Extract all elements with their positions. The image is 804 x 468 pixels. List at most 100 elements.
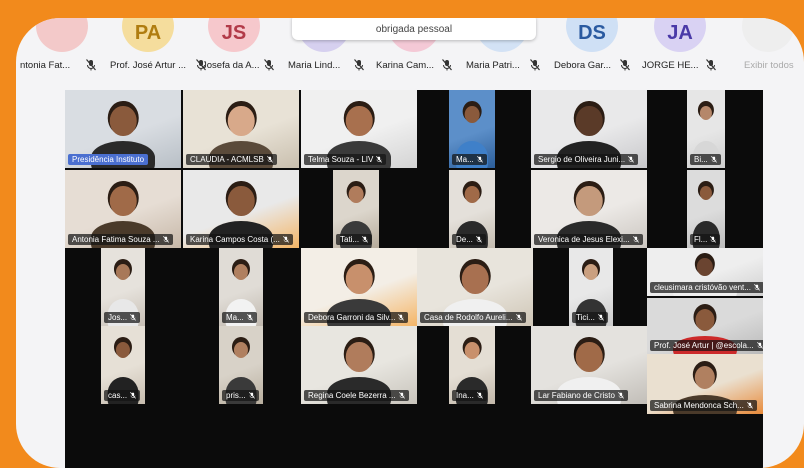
tile-name-label: Karina Campos Costa (... (186, 234, 293, 245)
show-all-link[interactable]: Exibir todos (744, 60, 794, 71)
participant-avatar[interactable]: PA (122, 18, 174, 52)
tile-name-label: Presidência Instituto (68, 154, 149, 165)
tile-name-text: Telma Souza - LIV (308, 155, 374, 164)
video-tile[interactable]: CLAUDIA - ACMLSB (183, 90, 299, 168)
tile-name-text: Ma... (456, 155, 474, 164)
mic-off-icon (130, 314, 137, 321)
participant-face (699, 105, 713, 120)
video-tile[interactable]: Fl... (687, 170, 725, 248)
video-tile[interactable]: Sergio de Oliveira Juni... (531, 90, 647, 168)
tile-name-text: Fl... (694, 235, 708, 244)
tile-name-label: Tici... (572, 312, 608, 323)
participant-face (109, 185, 137, 217)
tile-name-label: Jos... (104, 312, 141, 323)
mic-off-icon (475, 236, 482, 243)
mic-off-icon (86, 59, 96, 71)
video-tile[interactable]: Ma... (449, 90, 495, 168)
tile-name-label: Bi... (690, 154, 721, 165)
tile-name-text: Bi... (694, 155, 708, 164)
video-tile[interactable]: cleusimara cristóvão vent... (647, 248, 763, 296)
participant-avatar[interactable]: JS (208, 18, 260, 52)
mic-off-icon (618, 392, 624, 399)
mic-off-icon (264, 59, 274, 71)
mic-off-icon (442, 59, 452, 71)
tile-name-text: cas... (108, 391, 128, 400)
video-tile[interactable]: Karina Campos Costa (... (183, 170, 299, 248)
video-tile[interactable]: pris... (219, 326, 263, 404)
video-tile[interactable]: Regina Coele Bezerra ... (301, 326, 417, 404)
mic-off-icon (754, 284, 760, 291)
participant-avatar[interactable] (36, 18, 88, 52)
tile-name-text: De... (456, 235, 473, 244)
participant-name: Debora Gar... (554, 60, 612, 71)
tile-name-label: cas... (104, 390, 141, 401)
participant-face (695, 309, 715, 332)
tile-name-text: Sergio de Oliveira Juni... (538, 155, 626, 164)
participant-avatar[interactable]: JA (654, 18, 706, 52)
video-tile[interactable]: De... (449, 170, 495, 248)
video-tile[interactable]: Casa de Rodolfo Aureli... (417, 248, 533, 326)
video-tile[interactable]: Tati... (333, 170, 379, 248)
mic-off-icon (282, 236, 289, 243)
mic-off-icon (710, 156, 717, 163)
tile-name-label: Lar Fabiano de Cristo (534, 390, 628, 401)
participant-name: Prof. José Artur ... (110, 60, 187, 71)
tile-name-text: Presidência Instituto (72, 155, 145, 164)
tile-name-label: Regina Coele Bezerra ... (304, 390, 409, 401)
video-tile[interactable]: Antonia Fatima Souza ... (65, 170, 181, 248)
mic-off-icon (746, 402, 753, 409)
tile-name-label: CLAUDIA - ACMLSB (186, 154, 277, 165)
video-tile[interactable]: Presidência Instituto (65, 90, 181, 168)
mic-off-icon (710, 236, 717, 243)
tile-name-text: Casa de Rodolfo Aureli... (424, 313, 513, 322)
tile-name-label: Sergio de Oliveira Juni... (534, 154, 639, 165)
video-tile[interactable]: cas... (101, 326, 145, 404)
video-tile[interactable]: Debora Garroni da Silv... (301, 248, 417, 326)
video-tile[interactable]: Jos... (101, 248, 145, 326)
tile-name-label: Debora Garroni da Silv... (304, 312, 409, 323)
mic-off-icon (476, 156, 483, 163)
tile-name-text: Ma... (226, 313, 244, 322)
participant-face (345, 341, 373, 373)
participant-face (699, 185, 713, 200)
video-tile[interactable]: Telma Souza - LIV (301, 90, 417, 168)
video-tile[interactable]: Prof. José Artur | @escola... (647, 298, 763, 354)
tile-name-label: Prof. José Artur | @escola... (650, 340, 763, 351)
participant-avatar[interactable]: DS (566, 18, 618, 52)
mic-off-icon (248, 392, 255, 399)
participant-face (348, 185, 364, 203)
video-tile[interactable]: Ma... (219, 248, 263, 326)
video-tile[interactable]: Bi... (687, 90, 725, 168)
tile-name-text: Lar Fabiano de Cristo (538, 391, 615, 400)
tile-name-label: Sabrina Mendonca Sch... (650, 400, 757, 411)
tile-name-text: Antonia Fatima Souza ... (72, 235, 160, 244)
participant-name: JORGE HE... (642, 60, 699, 71)
video-tile[interactable]: Ina... (449, 326, 495, 404)
participant-name: Maria Lind... (288, 60, 341, 71)
video-tile[interactable]: Tici... (569, 248, 613, 326)
participant-face (575, 185, 603, 217)
video-tile[interactable]: Sabrina Mendonca Sch... (647, 354, 763, 414)
participant-face (575, 105, 603, 137)
mic-off-icon (246, 314, 253, 321)
mic-off-icon (530, 59, 540, 71)
tile-name-text: Karina Campos Costa (... (190, 235, 280, 244)
mic-off-icon (362, 236, 369, 243)
tile-name-text: Prof. José Artur | @escola... (654, 341, 754, 350)
participant-face (227, 105, 255, 137)
mic-off-icon (354, 59, 364, 71)
participant-face (227, 185, 255, 217)
video-tile[interactable]: Lar Fabiano de Cristo (531, 326, 647, 404)
participant-face (345, 263, 373, 295)
participant-avatar[interactable] (742, 18, 794, 52)
mic-off-icon (162, 236, 169, 243)
participant-face (464, 105, 480, 123)
tile-name-text: Tici... (576, 313, 595, 322)
mic-off-icon (515, 314, 522, 321)
participant-face (461, 263, 489, 295)
tile-name-label: Veronica de Jesus Elexi... (534, 234, 643, 245)
video-tile[interactable]: Veronica de Jesus Elexi... (531, 170, 647, 248)
tile-name-text: Debora Garroni da Silv... (308, 313, 396, 322)
tile-name-text: Jos... (108, 313, 128, 322)
participant-face (575, 341, 603, 373)
